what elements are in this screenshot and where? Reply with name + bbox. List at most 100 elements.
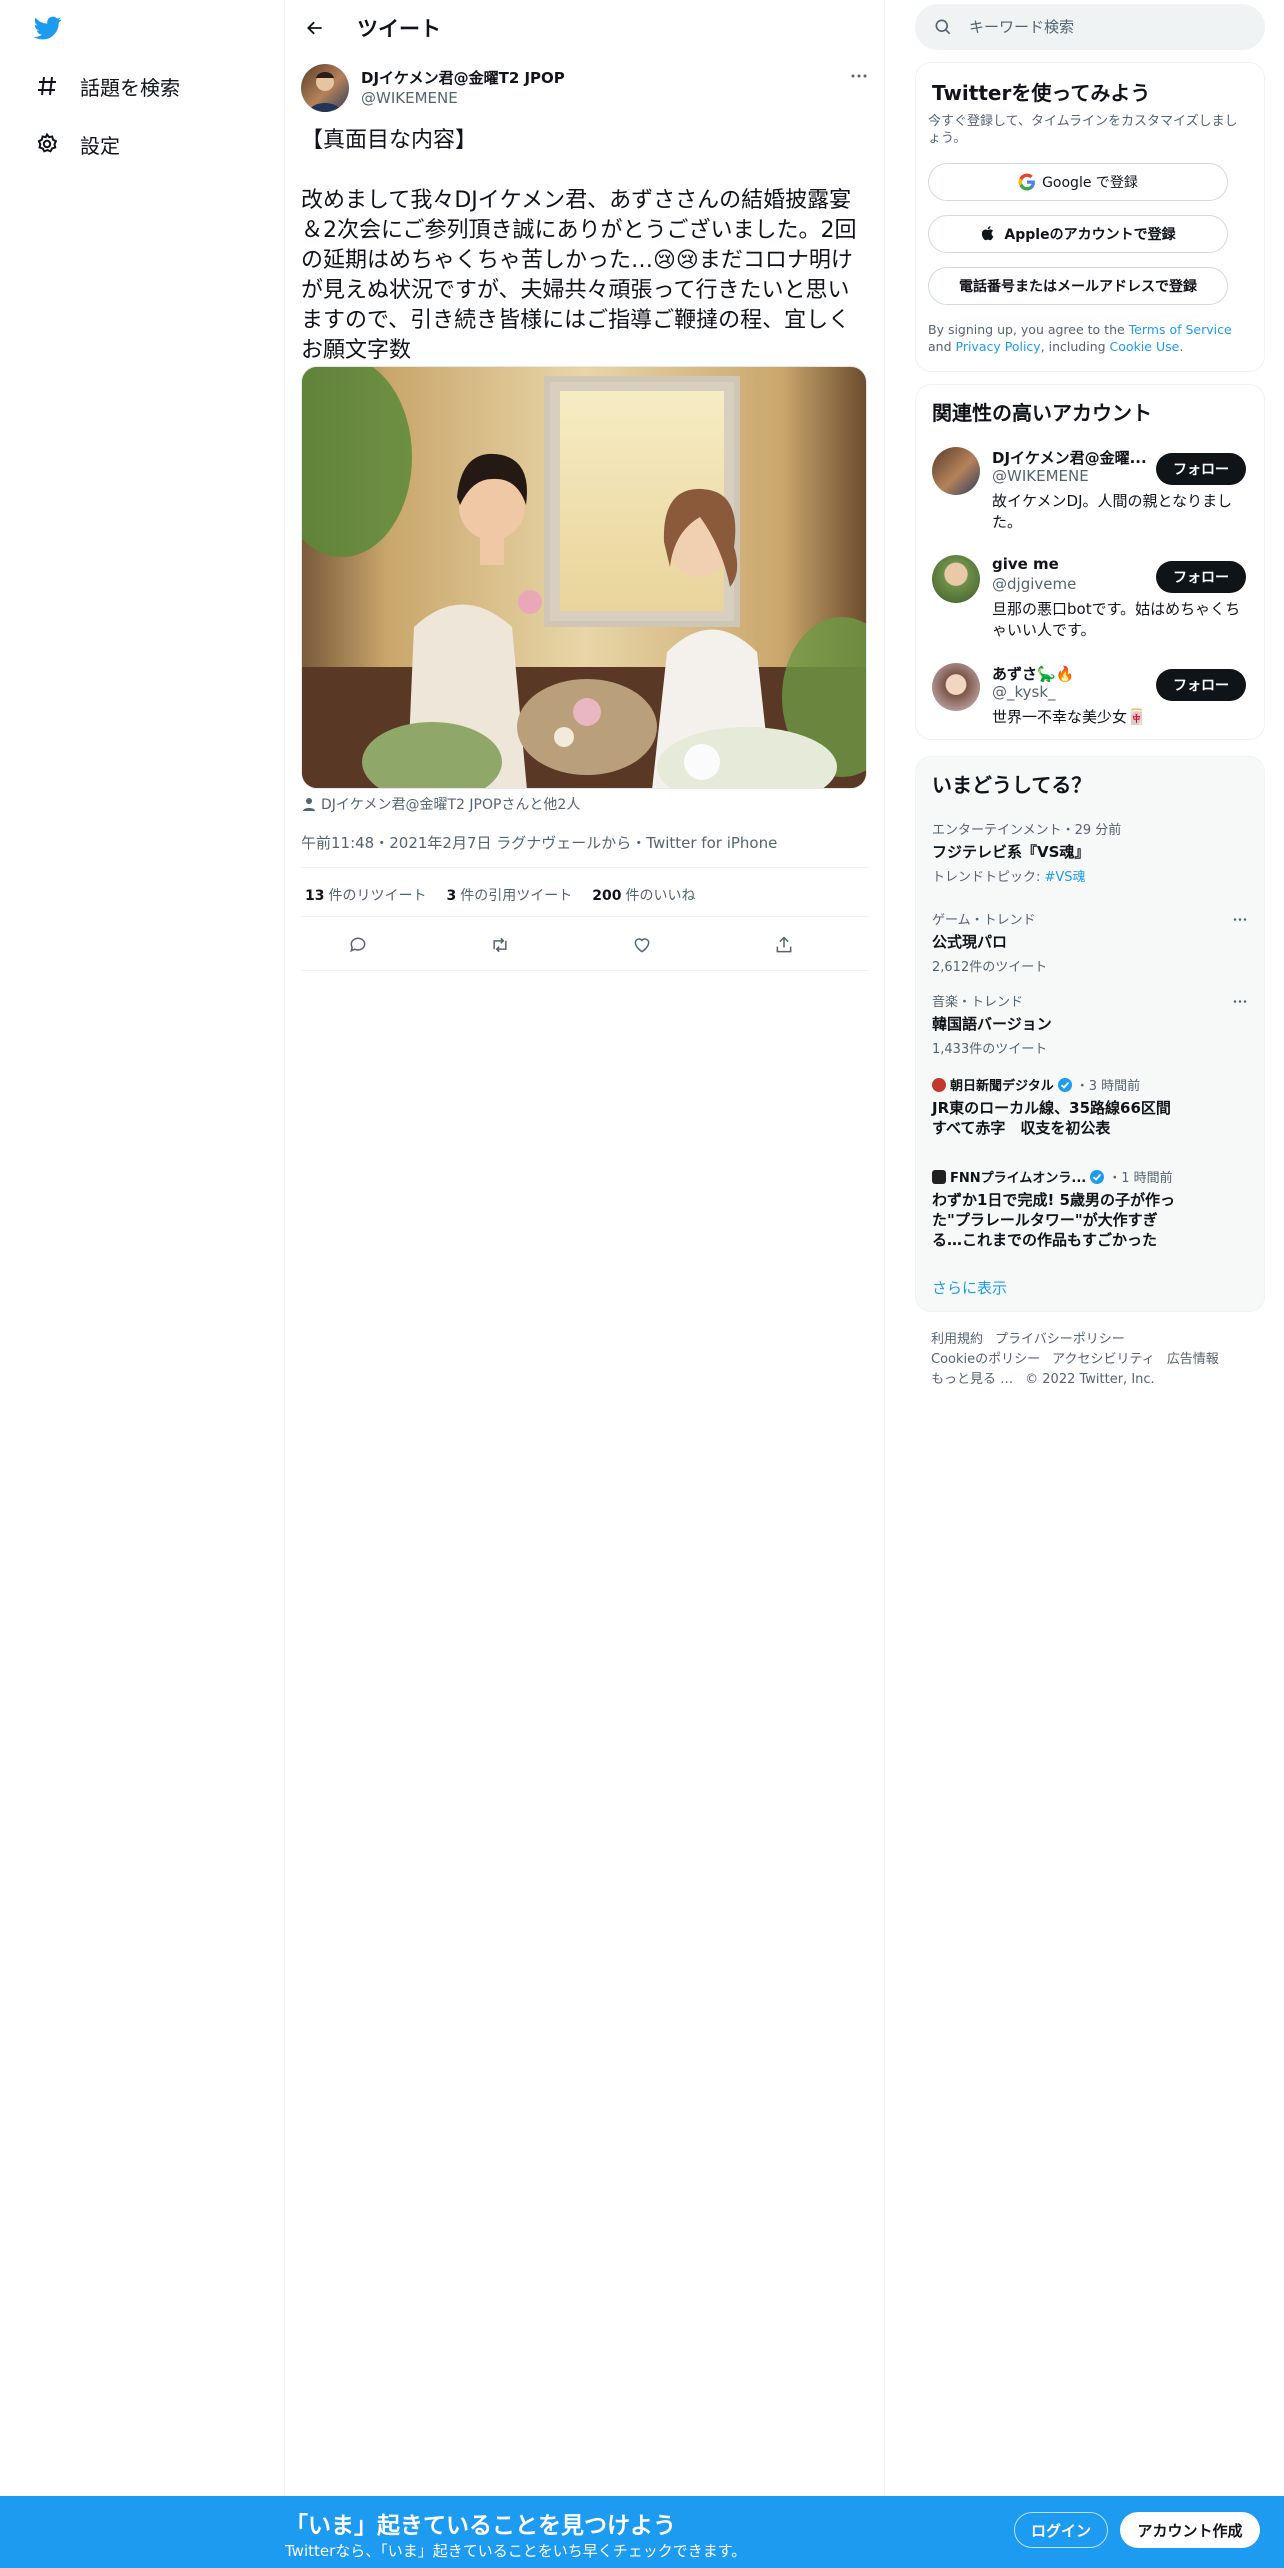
google-signup-button[interactable]: Google で登録	[928, 163, 1228, 201]
terms-end: .	[1179, 339, 1184, 354]
quote-count-label: 件の引用ツイート	[460, 888, 573, 904]
account-name[interactable]: DJイケメン君@金曜...	[992, 447, 1152, 468]
account-bio: 世界一不幸な美少女🀄	[992, 708, 1146, 726]
tweet-metadata: 午前11:48・2021年2月7日 ラグナヴェールから・Twitter for …	[301, 834, 778, 852]
nav-label-settings: 設定	[80, 133, 120, 158]
news-source-name: FNNプライムオンラ...	[950, 1171, 1087, 1186]
signup-banner: 「いま」起きていることを見つけよう Twitterなら、「いま」起きていることを…	[0, 2496, 1284, 2568]
terms-prefix: By signing up, you agree to the	[928, 322, 1129, 337]
tagged-users[interactable]: DJイケメン君@金曜T2 JPOPさんと他2人	[301, 794, 580, 814]
phone-email-signup-button[interactable]: 電話番号またはメールアドレスで登録	[928, 267, 1228, 305]
terms-including: , including	[1040, 339, 1110, 354]
nav-item-settings[interactable]: 設定	[34, 124, 120, 164]
tagged-users-text: DJイケメン君@金曜T2 JPOPさんと他2人	[321, 797, 581, 813]
account-item[interactable]: give me @djgiveme 旦那の悪口botです。姑はめちゃくちゃいい人…	[916, 555, 1266, 655]
account-item[interactable]: あずさ🦕🔥 @_kysk_ 世界一不幸な美少女🀄 フォロー	[916, 663, 1266, 763]
footer-link-accessibility[interactable]: アクセシビリティ	[1052, 1352, 1155, 1367]
retweet-icon[interactable]	[485, 930, 515, 960]
terms-of-service-link[interactable]: Terms of Service	[1129, 322, 1232, 337]
signup-card: Twitterを使ってみよう 今すぐ登録して、タイムラインをカスタマイズしましょ…	[915, 62, 1265, 372]
like-count: 200	[592, 888, 622, 904]
nav-item-explore[interactable]: 話題を検索	[34, 66, 180, 106]
page-title: ツイート	[357, 17, 441, 41]
show-more-link[interactable]: さらに表示	[932, 1277, 1007, 1298]
news-source-name: 朝日新聞デジタル	[950, 1079, 1054, 1094]
main-column: ツイート DJイケメン君@金曜T2 JPOP @WIKEMENE 【真面目な内容…	[285, 0, 885, 2568]
create-account-button[interactable]: アカウント作成	[1120, 2512, 1260, 2548]
apple-signup-button[interactable]: Appleのアカウントで登録	[928, 215, 1228, 253]
footer-link-ads[interactable]: 広告情報	[1167, 1352, 1219, 1367]
trend-name: 韓国語バージョン	[932, 1015, 1052, 1033]
like-count-link[interactable]: 200 件のいいね	[592, 885, 695, 905]
tweet-author-handle[interactable]: @WIKEMENE	[361, 89, 458, 107]
quote-count-link[interactable]: 3 件の引用ツイート	[446, 885, 572, 905]
share-icon[interactable]	[769, 930, 799, 960]
footer-link-privacy[interactable]: プライバシーポリシー	[995, 1332, 1125, 1347]
person-icon	[301, 796, 317, 812]
tweet-photo[interactable]	[301, 366, 867, 789]
account-item[interactable]: DJイケメン君@金曜... @WIKEMENE 故イケメンDJ。人間の親となりま…	[916, 447, 1266, 547]
left-navigation: 話題を検索 設定	[0, 0, 285, 2568]
trend-category: 音楽・トレンド	[932, 995, 1024, 1010]
trend-item[interactable]: ゲーム・トレンド 公式現パロ 2,612件のツイート	[932, 909, 1252, 975]
news-title: わずか1日で完成! 5歳男の子が作った"プラレールタワー"が大作すぎる…これまで…	[932, 1191, 1175, 1249]
news-time: ・1 時間前	[1108, 1171, 1173, 1186]
account-name[interactable]: あずさ🦕🔥	[992, 663, 1152, 684]
footer-link-terms[interactable]: 利用規約	[931, 1332, 983, 1347]
account-name[interactable]: give me	[992, 555, 1152, 573]
search-icon	[933, 17, 953, 37]
more-options-icon[interactable]	[845, 66, 873, 86]
footer-copyright: © 2022 Twitter, Inc.	[1025, 1372, 1155, 1387]
divider	[301, 867, 869, 868]
nav-label-explore: 話題を検索	[80, 75, 180, 100]
tweet-author-name[interactable]: DJイケメン君@金曜T2 JPOP	[361, 67, 565, 88]
back-arrow-icon[interactable]	[301, 14, 329, 42]
retweet-count-label: 件のリツイート	[328, 888, 427, 904]
privacy-policy-link[interactable]: Privacy Policy	[956, 339, 1041, 354]
avatar[interactable]	[932, 447, 980, 495]
retweet-count: 13	[305, 888, 325, 904]
more-options-icon[interactable]	[1228, 991, 1252, 1011]
phone-email-signup-label: 電話番号またはメールアドレスで登録	[959, 279, 1197, 295]
news-item[interactable]: FNNプライムオンラ... ・1 時間前 わずか1日で完成! 5歳男の子が作った…	[932, 1167, 1252, 1250]
follow-button[interactable]: フォロー	[1156, 453, 1246, 485]
avatar[interactable]	[932, 555, 980, 603]
reply-icon[interactable]	[343, 930, 373, 960]
more-options-icon[interactable]	[1228, 909, 1252, 929]
apple-icon	[980, 225, 998, 243]
news-item[interactable]: 朝日新聞デジタル ・3 時間前 JR東のローカル線、35路線66区間すべて赤字 …	[932, 1075, 1252, 1138]
follow-button[interactable]: フォロー	[1156, 669, 1246, 701]
account-handle: @WIKEMENE	[992, 467, 1089, 485]
footer-links: 利用規約 プライバシーポリシー Cookieのポリシー アクセシビリティ 広告情報 も…	[931, 1330, 1251, 1390]
account-handle: @djgiveme	[992, 575, 1077, 593]
cookie-use-link[interactable]: Cookie Use	[1110, 339, 1180, 354]
trend-name: 公式現パロ	[932, 933, 1008, 951]
verified-badge-icon	[1089, 1169, 1105, 1185]
footer-row: Cookieのポリシー アクセシビリティ 広告情報	[931, 1350, 1251, 1370]
trend-topic-prefix: トレンドトピック:	[932, 870, 1045, 885]
avatar[interactable]	[932, 663, 980, 711]
search-input[interactable]	[969, 18, 1229, 36]
tweet-author-avatar[interactable]	[301, 64, 349, 112]
trend-count: 1,433件のツイート	[932, 1042, 1048, 1057]
banner-title: 「いま」起きていることを見つけよう	[285, 2513, 676, 2539]
login-button[interactable]: ログイン	[1014, 2512, 1108, 2548]
footer-link-cookie[interactable]: Cookieのポリシー	[931, 1352, 1040, 1367]
news-title: JR東のローカル線、35路線66区間すべて赤字 収支を初公表	[932, 1099, 1171, 1137]
trends-card: いまどうしてる？ エンターテインメント・29 分前 フジテレビ系『VS魂』 トレ…	[915, 756, 1265, 1312]
account-handle: @_kysk_	[992, 683, 1056, 701]
trend-item[interactable]: 音楽・トレンド 韓国語バージョン 1,433件のツイート	[932, 991, 1252, 1057]
trend-hashtag-link[interactable]: #VS魂	[1045, 870, 1086, 885]
like-icon[interactable]	[627, 930, 657, 960]
account-bio: 故イケメンDJ。人間の親となりました。	[992, 492, 1233, 531]
search-box[interactable]	[915, 4, 1265, 50]
follow-button[interactable]: フォロー	[1156, 561, 1246, 593]
tweet-text: 【真面目な内容】 改めまして我々DJイケメン君、あずささんの結婚披露宴＆2次会に…	[301, 128, 857, 363]
google-signup-label: Google で登録	[1042, 175, 1138, 191]
related-title: 関連性の高いアカウント	[932, 401, 1152, 425]
twitter-logo-icon[interactable]	[32, 14, 64, 42]
trend-item[interactable]: エンターテインメント・29 分前 フジテレビ系『VS魂』 トレンドトピック: #…	[932, 819, 1252, 885]
hashtag-icon	[34, 73, 60, 99]
footer-link-more[interactable]: もっと見る …	[931, 1372, 1013, 1387]
retweet-count-link[interactable]: 13 件のリツイート	[305, 885, 426, 905]
